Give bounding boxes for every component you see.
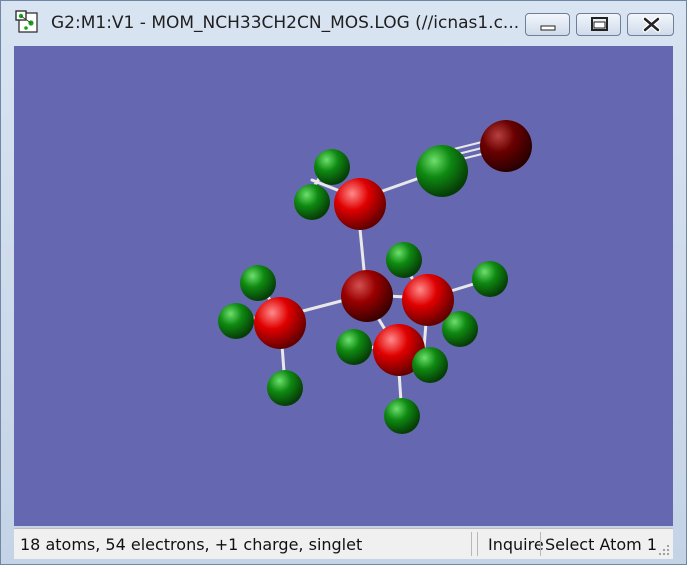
atom-hydrogen[interactable] xyxy=(412,347,448,383)
maximize-button[interactable] xyxy=(576,13,621,36)
atom-hydrogen[interactable] xyxy=(240,265,276,301)
atom-nitrogen[interactable] xyxy=(480,120,532,172)
atom-hydrogen[interactable] xyxy=(218,303,254,339)
atom-hydrogen[interactable] xyxy=(386,242,422,278)
molecule-summary: 18 atoms, 54 electrons, +1 charge, singl… xyxy=(20,535,363,554)
molecule-3d-viewport[interactable] xyxy=(14,46,673,526)
status-bar: 18 atoms, 54 electrons, +1 charge, singl… xyxy=(14,528,673,559)
minimize-button[interactable] xyxy=(525,13,570,36)
atom-carbon-methylene[interactable] xyxy=(334,178,386,230)
selection-indicator: Select Atom 1 xyxy=(545,535,658,554)
atom-hydrogen[interactable] xyxy=(267,370,303,406)
atom-hydrogen[interactable] xyxy=(314,149,350,185)
close-button[interactable] xyxy=(627,13,674,36)
molecule-viewer-window: G2:M1:V1 - MOM_NCH33CH2CN_MOS.LOG (//icn… xyxy=(0,0,687,565)
atom-carbon-nitrile[interactable] xyxy=(416,145,468,197)
atom-carbon-methyl[interactable] xyxy=(402,274,454,326)
window-title: G2:M1:V1 - MOM_NCH33CH2CN_MOS.LOG (//icn… xyxy=(51,13,520,33)
bond[interactable] xyxy=(358,227,366,272)
resize-grip-icon[interactable] xyxy=(658,544,670,556)
atom-hydrogen[interactable] xyxy=(336,329,372,365)
maximize-icon xyxy=(591,17,608,31)
minimize-icon xyxy=(540,25,556,31)
molecule-structure[interactable] xyxy=(14,46,673,526)
title-bar[interactable]: G2:M1:V1 - MOM_NCH33CH2CN_MOS.LOG (//icn… xyxy=(1,1,686,45)
atom-hydrogen[interactable] xyxy=(294,184,330,220)
atom-hydrogen[interactable] xyxy=(384,398,420,434)
mode-indicator: Inquire xyxy=(488,535,544,554)
atom-carbon-methyl[interactable] xyxy=(254,297,306,349)
atom-hydrogen[interactable] xyxy=(472,261,508,297)
status-divider xyxy=(471,532,472,556)
status-divider xyxy=(540,532,541,556)
atom-nitrogen-center[interactable] xyxy=(341,270,393,322)
status-divider xyxy=(477,532,478,556)
gaussview-molecule-icon[interactable] xyxy=(15,10,41,34)
close-icon xyxy=(642,16,661,33)
